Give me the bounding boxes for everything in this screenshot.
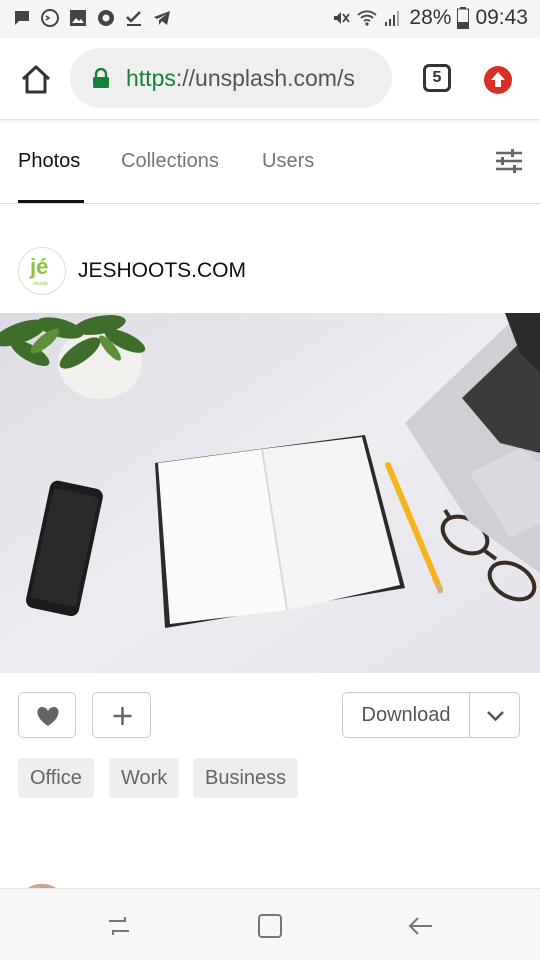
check-icon (126, 11, 141, 26)
battery-icon (457, 7, 470, 29)
chevron-down-icon (487, 711, 504, 722)
chrome-icon (98, 10, 114, 26)
photo-image (0, 313, 540, 673)
browser-toolbar: https://unsplash.com/s 5 (0, 38, 540, 120)
notification-icons (12, 8, 172, 28)
mute-icon (334, 12, 351, 24)
avatar-logo-subtext: shoots (33, 281, 48, 287)
wifi-icon (357, 10, 378, 26)
plus-icon (113, 707, 132, 725)
heart-icon (37, 707, 59, 726)
system-navigation-bar (0, 888, 540, 960)
lock-icon (93, 68, 109, 88)
signal-icon (385, 11, 400, 26)
arrow-up-icon (491, 72, 505, 87)
tab-photos[interactable]: Photos (18, 150, 80, 173)
url-text: https://unsplash.com/s (126, 65, 355, 92)
url-domain: ://unsplash.com/s (175, 65, 355, 91)
photo[interactable] (0, 313, 540, 673)
active-tab-indicator (18, 200, 84, 203)
tag-work[interactable]: Work (109, 758, 180, 798)
url-scheme: https (126, 65, 176, 91)
home-icon[interactable] (18, 62, 54, 98)
terminal-icon (41, 9, 59, 27)
tag-business[interactable]: Business (193, 758, 299, 798)
message-icon (15, 11, 29, 25)
back-icon[interactable] (406, 911, 436, 941)
image-icon (70, 10, 86, 26)
status-bar: 28% 09:43 (0, 0, 540, 38)
like-button[interactable] (18, 692, 76, 738)
photo-author[interactable]: jé shoots JESHOOTS.COM (18, 247, 246, 295)
filter-icon[interactable] (494, 146, 524, 176)
avatar[interactable]: jé shoots (18, 247, 66, 295)
tag-office[interactable]: Office (18, 758, 94, 798)
address-bar[interactable]: https://unsplash.com/s (70, 48, 392, 108)
tabs-icon[interactable]: 5 (423, 64, 451, 92)
home-nav-icon[interactable] (255, 911, 285, 941)
clock: 09:43 (475, 6, 528, 29)
tab-users[interactable]: Users (262, 150, 314, 173)
search-tabs: Photos Collections Users (0, 120, 540, 204)
telegram-icon (154, 11, 170, 25)
download-button[interactable]: Download (342, 692, 470, 738)
tab-collections[interactable]: Collections (121, 150, 219, 173)
avatar-logo-text: jé (30, 254, 49, 279)
author-name[interactable]: JESHOOTS.COM (78, 259, 246, 283)
add-to-collection-button[interactable] (92, 692, 151, 738)
download-options-button[interactable] (469, 692, 520, 738)
recent-apps-icon[interactable] (104, 911, 134, 941)
battery-percent: 28% (409, 6, 452, 29)
system-status: 28% 09:43 (331, 6, 528, 30)
update-icon[interactable] (484, 66, 512, 94)
